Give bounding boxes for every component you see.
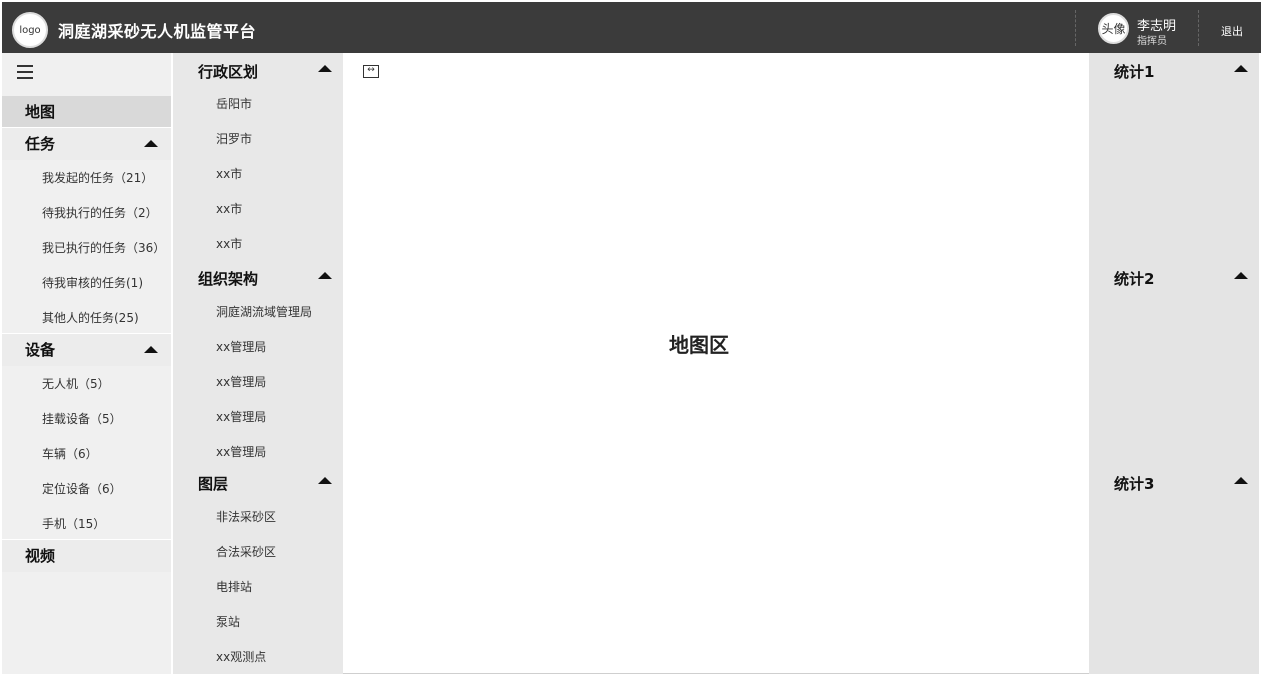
collapse-arrow-icon[interactable]	[318, 477, 332, 484]
stat-section-1: 统计1	[1114, 63, 1155, 81]
nav-label: 地图	[25, 103, 56, 121]
tree-item[interactable]: xx管理局	[216, 443, 266, 460]
tree-item[interactable]: 合法采砂区	[216, 543, 276, 560]
top-bar: logo 洞庭湖采砂无人机监管平台 头像 李志明 指挥员 退出	[2, 2, 1261, 53]
nav-label: 任务	[25, 135, 56, 153]
nav-item-task[interactable]: 待我执行的任务（2）	[42, 204, 158, 221]
tree-item[interactable]: 洞庭湖流域管理局	[216, 303, 312, 320]
header-divider	[1198, 10, 1199, 46]
tree-item[interactable]: xx观测点	[216, 648, 266, 665]
tree-item[interactable]: xx管理局	[216, 373, 266, 390]
nav-item-device[interactable]: 手机（15）	[42, 515, 105, 532]
nav-item-device[interactable]: 挂载设备（5）	[42, 410, 122, 427]
nav-group-tasks[interactable]: 任务	[2, 128, 171, 160]
nav-item-task[interactable]: 我已执行的任务（36）	[42, 239, 165, 256]
tree-item[interactable]: 岳阳市	[216, 95, 252, 112]
collapse-arrow-icon[interactable]	[318, 65, 332, 72]
app-title: 洞庭湖采砂无人机监管平台	[58, 22, 257, 41]
collapse-arrow-icon[interactable]	[144, 346, 158, 353]
tree-item[interactable]: 汨罗市	[216, 130, 252, 147]
expand-horizontal-icon[interactable]: ↔	[363, 65, 379, 78]
collapse-arrow-icon[interactable]	[1234, 272, 1248, 279]
map-area[interactable]: ↔ 地图区	[343, 53, 1089, 674]
tree-item[interactable]: xx管理局	[216, 408, 266, 425]
collapse-arrow-icon[interactable]	[318, 272, 332, 279]
stats-panel: 统计1 统计2 统计3	[1089, 53, 1259, 674]
sidebar-nav: 地图 任务 我发起的任务（21） 待我执行的任务（2） 我已执行的任务（36） …	[2, 53, 171, 674]
tree-section-org[interactable]: 组织架构	[198, 268, 258, 289]
nav-label: 视频	[25, 547, 56, 565]
user-role: 指挥员	[1137, 36, 1167, 47]
nav-label: 设备	[25, 341, 56, 359]
nav-item-device[interactable]: 定位设备（6）	[42, 480, 122, 497]
tree-item[interactable]: 泵站	[216, 613, 240, 630]
tree-item[interactable]: xx市	[216, 235, 242, 252]
logout-button[interactable]: 退出	[1221, 23, 1243, 39]
tree-item[interactable]: 电排站	[216, 578, 252, 595]
collapse-arrow-icon[interactable]	[1234, 477, 1248, 484]
nav-item-task[interactable]: 其他人的任务(25)	[42, 309, 139, 326]
tree-item[interactable]: 非法采砂区	[216, 508, 276, 525]
nav-item-video[interactable]: 视频	[2, 540, 171, 572]
stat-section-2: 统计2	[1114, 270, 1155, 288]
hamburger-menu-icon[interactable]	[17, 65, 33, 79]
collapse-arrow-icon[interactable]	[1234, 65, 1248, 72]
nav-item-device[interactable]: 无人机（5）	[42, 375, 110, 392]
tree-item[interactable]: xx市	[216, 200, 242, 217]
tree-item[interactable]: xx市	[216, 165, 242, 182]
tree-section-layers[interactable]: 图层	[198, 473, 228, 494]
logo: logo	[12, 12, 48, 48]
nav-item-task[interactable]: 待我审核的任务(1)	[42, 274, 143, 291]
map-placeholder-label: 地图区	[669, 333, 729, 357]
collapse-arrow-icon[interactable]	[144, 140, 158, 147]
filter-tree-panel: 行政区划 岳阳市 汨罗市 xx市 xx市 xx市 组织架构 洞庭湖流域管理局 x…	[173, 53, 343, 674]
header-divider	[1075, 10, 1076, 46]
nav-group-devices[interactable]: 设备	[2, 334, 171, 366]
tree-item[interactable]: xx管理局	[216, 338, 266, 355]
avatar[interactable]: 头像	[1098, 13, 1129, 44]
nav-item-device[interactable]: 车辆（6）	[42, 445, 98, 462]
tree-section-admin[interactable]: 行政区划	[198, 61, 258, 82]
nav-item-map[interactable]: 地图	[2, 96, 171, 128]
nav-item-task[interactable]: 我发起的任务（21）	[42, 169, 153, 186]
stat-section-3: 统计3	[1114, 475, 1155, 493]
